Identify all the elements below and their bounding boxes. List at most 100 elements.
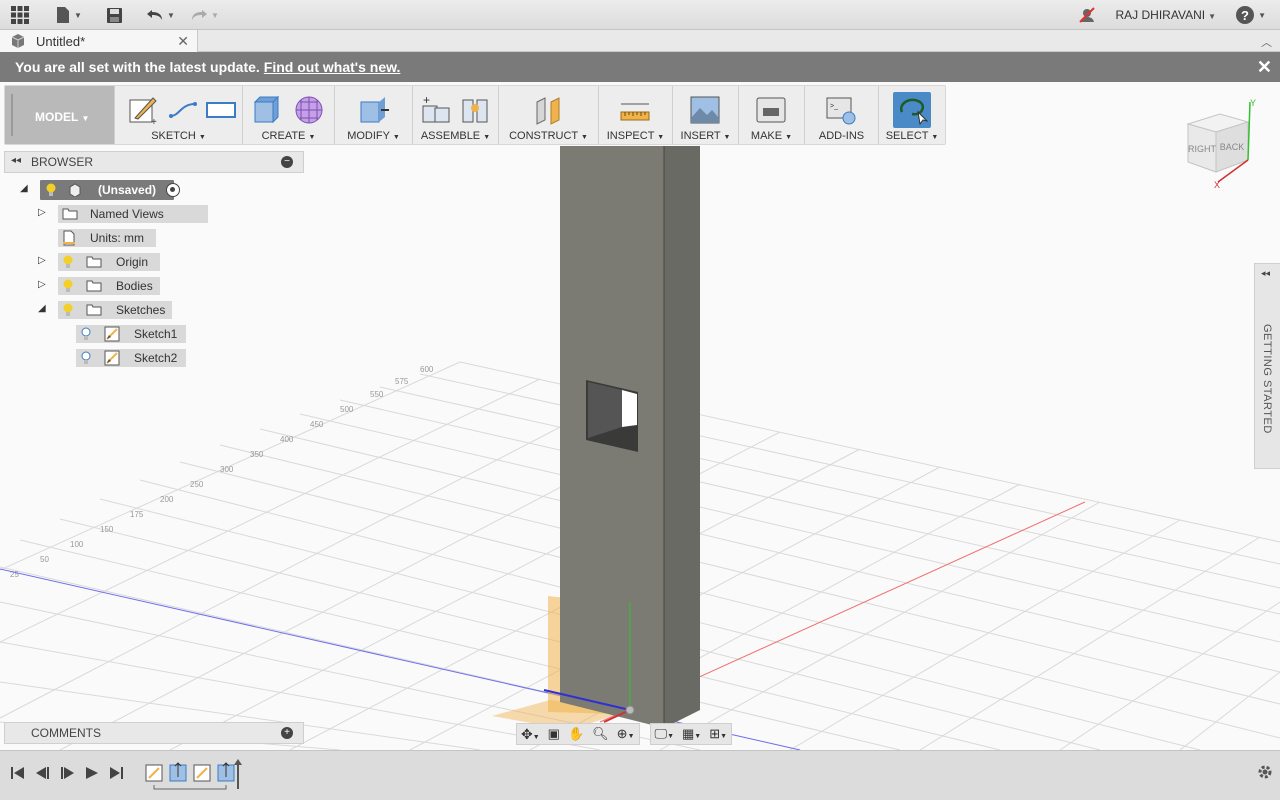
undo-button[interactable]: ▼	[146, 4, 175, 26]
scripts-addins-icon[interactable]: >_	[825, 94, 857, 126]
look-at-icon[interactable]: ▣	[548, 726, 560, 742]
visibility-bulb-icon[interactable]	[62, 255, 74, 269]
expand-triangle-icon[interactable]: ▷	[38, 207, 46, 218]
svg-text:350: 350	[250, 450, 264, 459]
document-tab[interactable]: Untitled* ✕	[0, 30, 198, 52]
origin-point[interactable]	[625, 705, 635, 715]
step-back-icon[interactable]	[36, 767, 49, 779]
line-tool-icon[interactable]	[167, 94, 199, 126]
sketch-group-label[interactable]: SKETCH ▼	[115, 130, 242, 142]
zoom-icon[interactable]: 🔍︎	[592, 726, 609, 742]
comments-panel-header[interactable]: COMMENTS +	[4, 722, 304, 744]
new-component-icon[interactable]: +	[421, 94, 453, 126]
timeline-settings-gear-icon[interactable]	[1256, 763, 1274, 781]
form-icon[interactable]	[293, 94, 325, 126]
browser-node-sketch2[interactable]: Sketch2	[76, 348, 188, 368]
grid-tick-labels: 600575550 500450400 350300250 200175150 …	[10, 365, 434, 579]
orbit-icon[interactable]: ✥▼	[521, 726, 540, 743]
timeline-marker-icon[interactable]	[234, 759, 242, 765]
browser-node-origin[interactable]: ▷ Origin	[38, 252, 168, 272]
construct-group[interactable]: CONSTRUCT ▼	[499, 86, 599, 144]
modify-group[interactable]: MODIFY ▼	[335, 86, 413, 144]
browser-panel-header[interactable]: ◂◂ BROWSER −	[4, 151, 304, 173]
step-forward-icon[interactable]	[61, 767, 74, 779]
go-to-start-icon[interactable]	[11, 767, 24, 779]
go-to-end-icon[interactable]	[110, 767, 123, 779]
assemble-group-label[interactable]: ASSEMBLE ▼	[413, 130, 498, 142]
3d-viewport[interactable]: 600 575 550 500 450 400 350 300 250 200 175 150 …	[0, 82, 1280, 750]
viewcube[interactable]: RIGHT BACK Y X	[1178, 98, 1262, 194]
scene-canvas: 600575550 500450400 350300250 200175150 …	[0, 146, 1280, 750]
inspect-group-label[interactable]: INSPECT ▼	[599, 130, 672, 142]
modify-group-label[interactable]: MODIFY ▼	[335, 130, 412, 142]
make-group[interactable]: MAKE ▼	[739, 86, 805, 144]
select-group-label[interactable]: SELECT ▼	[879, 130, 945, 142]
browser-node-sketch1[interactable]: Sketch1	[76, 324, 188, 344]
pan-icon[interactable]: ✋	[568, 726, 584, 742]
nav-tools-segment: ✥▼ ▣ ✋ 🔍︎ ⊕▼	[516, 723, 640, 745]
close-notification-icon[interactable]: ✕	[1257, 57, 1272, 78]
measure-icon[interactable]	[619, 94, 651, 126]
grid-settings-icon[interactable]: ▦▼	[682, 726, 701, 742]
make-group-label[interactable]: MAKE ▼	[739, 130, 804, 142]
add-ins-group[interactable]: >_ ADD-INS	[805, 86, 879, 144]
expand-triangle-icon[interactable]: ▷	[38, 279, 46, 290]
add-comment-icon[interactable]: +	[281, 727, 293, 739]
joint-icon[interactable]	[459, 94, 491, 126]
visibility-bulb-icon[interactable]	[45, 183, 57, 197]
body-side-face	[664, 146, 700, 728]
folder-icon	[86, 256, 102, 268]
select-lasso-icon[interactable]	[896, 94, 928, 126]
select-group[interactable]: SELECT ▼	[879, 86, 945, 144]
apps-grid-icon[interactable]	[10, 4, 30, 26]
visibility-bulb-off-icon[interactable]	[80, 327, 92, 341]
inspect-group[interactable]: INSPECT ▼	[599, 86, 673, 144]
visibility-bulb-icon[interactable]	[62, 279, 74, 293]
viewcube-face-right[interactable]: RIGHT	[1188, 144, 1217, 154]
viewcube-face-back[interactable]: BACK	[1220, 142, 1245, 152]
offset-plane-icon[interactable]	[533, 94, 565, 126]
visibility-bulb-icon[interactable]	[62, 303, 74, 317]
visibility-bulb-off-icon[interactable]	[80, 351, 92, 365]
help-button[interactable]: ? ▼	[1235, 5, 1266, 25]
redo-button[interactable]: ▼	[190, 4, 219, 26]
sketch-group[interactable]: + SKETCH ▼	[115, 86, 243, 144]
close-tab-icon[interactable]: ✕	[177, 33, 189, 50]
browser-node-units[interactable]: Units: mm	[56, 228, 156, 248]
minimize-browser-icon[interactable]: −	[281, 156, 293, 168]
expand-panel-icon[interactable]: ◂◂	[1261, 268, 1270, 279]
rectangle-tool-icon[interactable]	[205, 94, 237, 126]
insert-group[interactable]: INSERT ▼	[673, 86, 739, 144]
fit-icon[interactable]: ⊕▼	[617, 726, 635, 742]
activate-radio-icon[interactable]	[166, 183, 180, 197]
construct-group-label[interactable]: CONSTRUCT ▼	[499, 130, 598, 142]
whats-new-link[interactable]: Find out what's new.	[264, 59, 401, 75]
collapse-triangle-icon[interactable]: ◢	[38, 303, 46, 314]
browser-node-bodies[interactable]: ▷ Bodies	[38, 276, 168, 296]
save-button[interactable]	[106, 4, 123, 26]
insert-image-icon[interactable]	[689, 94, 721, 126]
3d-print-icon[interactable]	[755, 94, 787, 126]
getting-started-panel-tab[interactable]: ◂◂ GETTING STARTED	[1254, 263, 1280, 469]
viewports-icon[interactable]: ⊞▼	[709, 726, 727, 742]
extrude-icon[interactable]	[251, 94, 283, 126]
assemble-group[interactable]: + ASSEMBLE ▼	[413, 86, 499, 144]
browser-node-sketches[interactable]: ◢ Sketches	[38, 300, 178, 320]
offline-status-icon[interactable]	[1078, 4, 1096, 26]
play-icon[interactable]	[86, 767, 98, 779]
collapse-triangle-icon[interactable]: ◢	[20, 183, 28, 194]
workspace-switcher[interactable]: MODEL ▼	[5, 86, 115, 144]
display-settings-icon[interactable]: 🖵︎▼	[655, 726, 674, 742]
insert-group-label[interactable]: INSERT ▼	[673, 130, 738, 142]
expand-triangle-icon[interactable]: ▷	[38, 255, 46, 266]
user-menu[interactable]: RAJ DHIRAVANI ▼	[1116, 8, 1217, 22]
collapse-browser-icon[interactable]: ◂◂	[11, 155, 21, 166]
add-ins-group-label[interactable]: ADD-INS	[805, 130, 878, 142]
browser-node-named-views[interactable]: ▷ Named Views	[38, 204, 208, 224]
collapse-tabs-icon[interactable]: ︿	[1261, 34, 1272, 50]
file-menu-button[interactable]: ▼	[55, 4, 82, 26]
create-sketch-icon[interactable]: +	[127, 94, 159, 126]
create-group[interactable]: CREATE ▼	[243, 86, 335, 144]
press-pull-icon[interactable]	[357, 94, 389, 126]
create-group-label[interactable]: CREATE ▼	[243, 130, 334, 142]
